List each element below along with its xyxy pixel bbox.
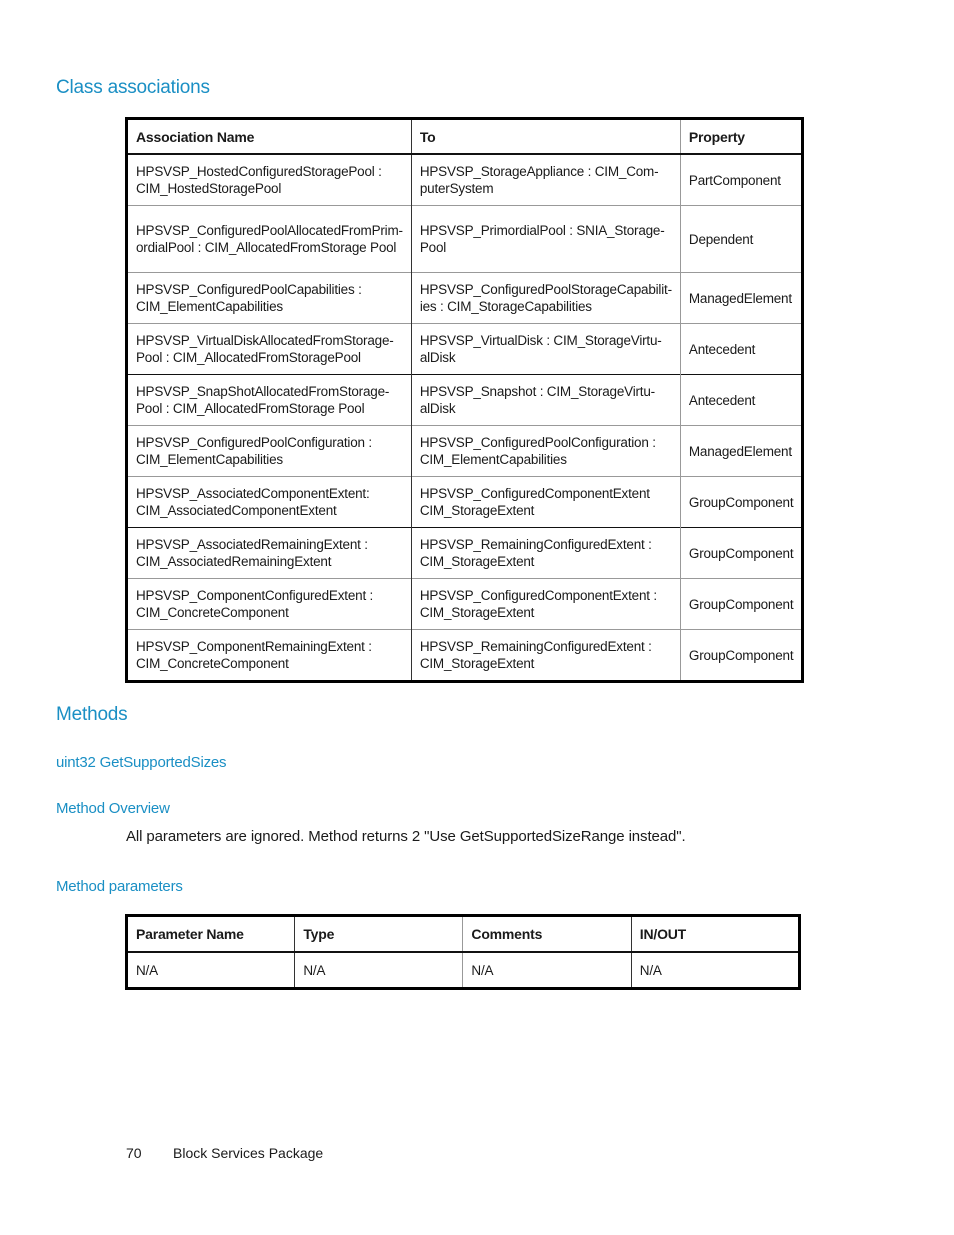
table-row: HPSVSP_ConfiguredPoolConfiguration : CIM… [126,425,803,477]
association-name-cell: HPSVSP_ConfiguredPoolAllocatedFromPrim-o… [126,205,412,273]
to-cell: HPSVSP_RemainingConfiguredExtent : CIM_S… [410,527,681,579]
association-name-cell: HPSVSP_HostedConfiguredStoragePool : CIM… [126,153,412,206]
property-cell: Antecedent [679,374,803,426]
table-row: HPSVSP_ConfiguredPoolAllocatedFromPrim-o… [126,205,803,273]
table-row: HPSVSP_HostedConfiguredStoragePool : CIM… [126,153,803,206]
association-name-cell: HPSVSP_VirtualDiskAllocatedFromStorage-P… [126,323,412,375]
in-out-cell: N/A [630,951,800,989]
association-name-cell: HPSVSP_AssociatedComponentExtent: CIM_As… [126,476,412,528]
association-name-cell: HPSVSP_AssociatedRemainingExtent : CIM_A… [126,527,412,579]
table-row: HPSVSP_ConfiguredPoolCapabilities : CIM_… [126,272,803,324]
column-header-to: To [410,118,681,155]
association-name-cell: HPSVSP_ComponentRemainingExtent : CIM_Co… [126,629,412,682]
to-cell: HPSVSP_VirtualDisk : CIM_StorageVirtu-al… [410,323,681,375]
page-number: 70 [126,1145,142,1161]
property-cell: GroupComponent [679,476,803,528]
property-cell: Dependent [679,205,803,273]
method-name-heading: uint32 GetSupportedSizes [56,754,227,771]
table-header-row: Association Name To Property [126,118,803,155]
table-row: HPSVSP_VirtualDiskAllocatedFromStorage-P… [126,323,803,375]
class-associations-table: Association Name To Property HPSVSP_Host… [125,117,805,683]
property-cell: GroupComponent [679,527,803,579]
to-cell: HPSVSP_ConfiguredComponentExtent CIM_Sto… [410,476,681,528]
parameter-name-cell: N/A [126,951,295,989]
property-cell: ManagedElement [679,425,803,477]
association-name-cell: HPSVSP_SnapShotAllocatedFromStorage-Pool… [126,374,412,426]
to-cell: HPSVSP_ConfiguredPoolStorageCapabilit-ie… [410,272,681,324]
table-row: HPSVSP_ComponentRemainingExtent : CIM_Co… [126,629,803,682]
method-parameters-heading: Method parameters [56,878,183,895]
property-cell: Antecedent [679,323,803,375]
property-cell: ManagedElement [679,272,803,324]
column-header-association-name: Association Name [126,118,412,155]
table-row: HPSVSP_AssociatedRemainingExtent : CIM_A… [126,527,803,579]
column-header-property: Property [679,118,803,155]
to-cell: HPSVSP_Snapshot : CIM_StorageVirtu-alDis… [410,374,681,426]
method-overview-heading: Method Overview [56,800,170,817]
column-header-in-out: IN/OUT [630,915,800,953]
association-name-cell: HPSVSP_ConfiguredPoolConfiguration : CIM… [126,425,412,477]
method-overview-text: All parameters are ignored. Method retur… [126,828,686,845]
column-header-parameter-name: Parameter Name [126,915,295,953]
footer-title: Block Services Package [173,1145,324,1161]
comments-cell: N/A [462,951,632,989]
to-cell: HPSVSP_StorageAppliance : CIM_Com-puterS… [410,153,681,206]
association-name-cell: HPSVSP_ConfiguredPoolCapabilities : CIM_… [126,272,412,324]
section-heading-class-associations: Class associations [56,77,210,98]
table-row: HPSVSP_ComponentConfiguredExtent : CIM_C… [126,578,803,630]
to-cell: HPSVSP_RemainingConfiguredExtent : CIM_S… [410,629,681,682]
column-header-comments: Comments [462,915,632,953]
to-cell: HPSVSP_ConfiguredPoolConfiguration : CIM… [410,425,681,477]
to-cell: HPSVSP_PrimordialPool : SNIA_Storage-Poo… [410,205,681,273]
association-name-cell: HPSVSP_ComponentConfiguredExtent : CIM_C… [126,578,412,630]
type-cell: N/A [294,951,463,989]
method-parameters-table: Parameter Name Type Comments IN/OUT N/A … [125,914,801,990]
property-cell: GroupComponent [679,629,803,682]
property-cell: PartComponent [679,153,803,206]
table-row: HPSVSP_SnapShotAllocatedFromStorage-Pool… [126,374,803,426]
section-heading-methods: Methods [56,704,128,725]
to-cell: HPSVSP_ConfiguredComponentExtent : CIM_S… [410,578,681,630]
table-header-row: Parameter Name Type Comments IN/OUT [126,915,800,953]
property-cell: GroupComponent [679,578,803,630]
table-row: HPSVSP_AssociatedComponentExtent: CIM_As… [126,476,803,528]
table-row: N/A N/A N/A N/A [126,951,800,989]
column-header-type: Type [294,915,463,953]
